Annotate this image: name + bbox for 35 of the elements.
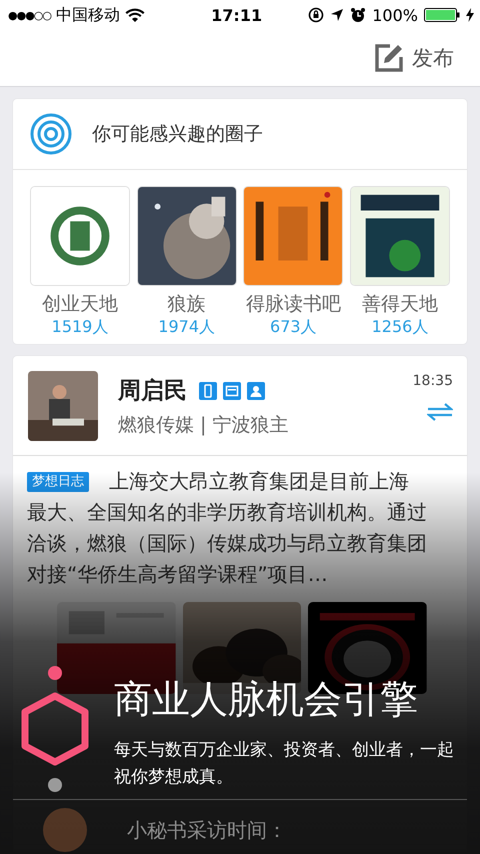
member-count: 1974人: [158, 317, 216, 338]
swap-icon[interactable]: [427, 403, 453, 421]
rotation-lock-icon: [308, 7, 324, 23]
category-tag: 梦想日志: [27, 472, 89, 492]
post-text: 梦想日志 上海交大昂立教育集团是目前上海最大、全国知名的非学历教育培训机构。通过洽谈，燃狼（国际）传媒成功与昂立教育集团对接“华侨生高考留学课程”项目…: [27, 468, 427, 588]
post-time: 18:35: [412, 373, 453, 389]
onboarding-subtitle: 每天与数百万企业家、投资者、创业者，一起祝你梦想成真。: [114, 739, 455, 789]
member-count: 673人: [270, 317, 317, 338]
avatar-icon: [43, 808, 87, 852]
battery-icon: [424, 8, 460, 22]
member-count: 1519人: [52, 317, 108, 338]
carrier-name: 中国移动: [56, 4, 120, 26]
circle-name[interactable]: 善得天地: [362, 291, 438, 317]
onboarding-title: 商业人脉机会引擎: [114, 676, 419, 723]
person-icon: [247, 382, 265, 400]
id-card-icon: [223, 382, 241, 400]
phone-icon: [199, 382, 217, 400]
wifi-icon: [125, 8, 145, 22]
author-company: 燃狼传媒 | 宁波狼主: [118, 413, 290, 438]
signal-strength: ●●●○○: [8, 8, 51, 22]
author-name[interactable]: 周启民: [118, 375, 187, 406]
publish-button[interactable]: 发布: [374, 43, 454, 73]
member-count: 1256人: [372, 317, 428, 338]
circle-name[interactable]: 狼族: [168, 291, 206, 317]
clock-time: 17:11: [210, 6, 262, 24]
target-icon: [30, 113, 72, 155]
edit-icon: [374, 43, 404, 73]
alarm-icon: [350, 7, 366, 23]
battery-percent: 100%: [372, 6, 418, 24]
location-icon: [330, 8, 344, 22]
circle-name[interactable]: 创业天地: [42, 291, 118, 317]
circle-name[interactable]: 得脉读书吧: [246, 291, 341, 317]
charging-icon: [466, 8, 474, 22]
post-title: 小秘书采访时间：: [127, 816, 287, 844]
section-title: 你可能感兴趣的圈子: [92, 122, 263, 147]
